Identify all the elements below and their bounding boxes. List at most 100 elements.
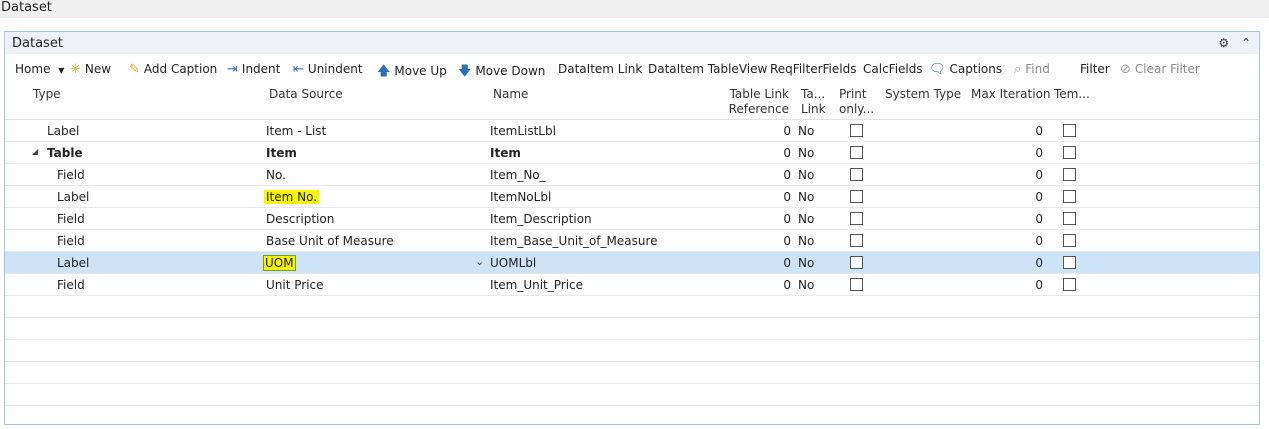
cell-data-source[interactable]: No.: [266, 168, 286, 182]
cell-max-iteration[interactable]: 0: [1005, 278, 1043, 292]
captions-label: Captions: [949, 62, 1003, 76]
cell-table-link-ref[interactable]: 0: [765, 168, 791, 182]
cell-ta-link[interactable]: No: [798, 168, 814, 182]
print-only-checkbox[interactable]: [850, 146, 863, 159]
tem-checkbox[interactable]: [1063, 212, 1076, 225]
speech-bubble-icon: 🗨: [929, 62, 946, 77]
new-button[interactable]: ✳ New: [70, 62, 111, 77]
empty-row: [5, 318, 1259, 340]
print-only-checkbox[interactable]: [850, 256, 863, 269]
cell-name[interactable]: Item_Description: [490, 212, 592, 226]
unindent-button[interactable]: ⇤ Unindent: [293, 62, 363, 77]
expand-triangle-icon[interactable]: ◢: [32, 147, 38, 156]
cell-max-iteration[interactable]: 0: [1005, 124, 1043, 138]
tem-checkbox[interactable]: [1063, 146, 1076, 159]
move-up-button[interactable]: 🡅 Move Up: [377, 62, 447, 84]
cell-max-iteration[interactable]: 0: [1005, 256, 1043, 270]
col-table-link-reference[interactable]: Table Link Reference: [705, 87, 789, 117]
cell-table-link-ref[interactable]: 0: [765, 256, 791, 270]
cell-table-link-ref[interactable]: 0: [765, 234, 791, 248]
cell-type: Field: [57, 168, 85, 182]
move-down-button[interactable]: 🡇 Move Down: [458, 62, 545, 84]
cell-max-iteration[interactable]: 0: [1005, 146, 1043, 160]
cell-ta-link[interactable]: No: [798, 146, 814, 160]
cell-name[interactable]: Item_Base_Unit_of_Measure: [490, 234, 658, 248]
captions-button[interactable]: 🗨 Captions: [929, 62, 1002, 77]
cell-table-link-ref[interactable]: 0: [765, 146, 791, 160]
tem-checkbox[interactable]: [1063, 168, 1076, 181]
tem-checkbox[interactable]: [1063, 190, 1076, 203]
table-row[interactable]: Field No. Item_No_ 0 No 0: [5, 164, 1259, 186]
print-only-checkbox[interactable]: [850, 212, 863, 225]
col-ta-link[interactable]: Ta... Link: [801, 87, 826, 117]
cell-max-iteration[interactable]: 0: [1005, 212, 1043, 226]
cell-table-link-ref[interactable]: 0: [765, 190, 791, 204]
clear-filter-button[interactable]: ⊘ Clear Filter: [1120, 62, 1200, 77]
col-print-only[interactable]: Print only...: [839, 87, 874, 117]
settings-gear-icon[interactable]: ⚙: [1218, 36, 1229, 50]
cell-name[interactable]: Item: [490, 146, 521, 160]
home-menu[interactable]: Home ▼: [15, 62, 64, 76]
tem-checkbox[interactable]: [1063, 124, 1076, 137]
dataitem-link-button[interactable]: DataItem Link: [558, 62, 642, 76]
indent-button[interactable]: ⇥ Indent: [227, 62, 280, 77]
cell-data-source[interactable]: Base Unit of Measure: [266, 234, 394, 248]
chevron-down-icon[interactable]: ⌄: [475, 255, 484, 268]
table-row[interactable]: Field Unit Price Item_Unit_Price 0 No 0: [5, 274, 1259, 296]
table-row[interactable]: Label Item - List ItemListLbl 0 No 0: [5, 120, 1259, 142]
col-type[interactable]: Type: [33, 87, 61, 102]
find-button[interactable]: ⌕ Find: [1014, 62, 1050, 77]
add-caption-button[interactable]: ✎ Add Caption: [129, 62, 217, 77]
col-name[interactable]: Name: [493, 87, 528, 102]
cell-ta-link[interactable]: No: [798, 190, 814, 204]
table-row[interactable]: Field Description Item_Description 0 No …: [5, 208, 1259, 230]
cell-ta-link[interactable]: No: [798, 234, 814, 248]
collapse-chevron-icon[interactable]: ⌃: [1241, 36, 1251, 50]
print-only-checkbox[interactable]: [850, 124, 863, 137]
table-row[interactable]: Label Item No. ItemNoLbl 0 No 0: [5, 186, 1259, 208]
cell-table-link-ref[interactable]: 0: [765, 212, 791, 226]
cell-ta-link[interactable]: No: [798, 256, 814, 270]
calcfields-button[interactable]: CalcFields: [863, 62, 923, 76]
empty-row: [5, 340, 1259, 362]
dataitem-tableview-button[interactable]: DataItem TableView: [648, 62, 767, 76]
cell-name[interactable]: ItemNoLbl: [490, 190, 551, 204]
table-row[interactable]: Field Base Unit of Measure Item_Base_Uni…: [5, 230, 1259, 252]
cell-name[interactable]: UOMLbl: [490, 256, 536, 270]
print-only-checkbox[interactable]: [850, 190, 863, 203]
col-data-source[interactable]: Data Source: [269, 87, 343, 102]
cell-max-iteration[interactable]: 0: [1005, 234, 1043, 248]
cell-table-link-ref[interactable]: 0: [765, 124, 791, 138]
tem-checkbox[interactable]: [1063, 278, 1076, 291]
col-system-type[interactable]: System Type: [885, 87, 961, 102]
col-print-only-line2: only...: [839, 102, 875, 116]
cell-data-source[interactable]: Item - List: [266, 124, 326, 138]
print-only-checkbox[interactable]: [850, 168, 863, 181]
cell-table-link-ref[interactable]: 0: [765, 278, 791, 292]
col-max-iteration[interactable]: Max Iteration: [971, 87, 1051, 102]
reqfilterfields-button[interactable]: ReqFilterFields: [770, 62, 856, 76]
table-row-selected[interactable]: Label UOM ⌄ UOMLbl 0 No 0: [5, 252, 1259, 274]
cell-max-iteration[interactable]: 0: [1005, 190, 1043, 204]
cell-data-source[interactable]: Description: [266, 212, 334, 226]
print-only-checkbox[interactable]: [850, 278, 863, 291]
unindent-icon: ⇤: [293, 62, 304, 77]
cell-data-source[interactable]: Unit Price: [266, 278, 324, 292]
table-row[interactable]: ◢ Table Item Item 0 No 0: [5, 142, 1259, 164]
cell-name[interactable]: Item_Unit_Price: [490, 278, 583, 292]
filter-button[interactable]: Filter: [1080, 62, 1110, 76]
cell-ta-link[interactable]: No: [798, 278, 814, 292]
new-label: New: [84, 62, 112, 76]
cell-ta-link[interactable]: No: [798, 124, 814, 138]
tem-checkbox[interactable]: [1063, 256, 1076, 269]
cell-name[interactable]: ItemListLbl: [490, 124, 556, 138]
cell-data-source[interactable]: Item: [266, 146, 297, 160]
print-only-checkbox[interactable]: [850, 234, 863, 247]
col-tem[interactable]: Tem...: [1054, 87, 1090, 102]
tem-checkbox[interactable]: [1063, 234, 1076, 247]
cell-max-iteration[interactable]: 0: [1005, 168, 1043, 182]
cell-data-source-editing[interactable]: UOM: [263, 255, 296, 271]
cell-name[interactable]: Item_No_: [490, 168, 546, 182]
cell-data-source[interactable]: Item No.: [264, 190, 320, 204]
cell-ta-link[interactable]: No: [798, 212, 814, 226]
